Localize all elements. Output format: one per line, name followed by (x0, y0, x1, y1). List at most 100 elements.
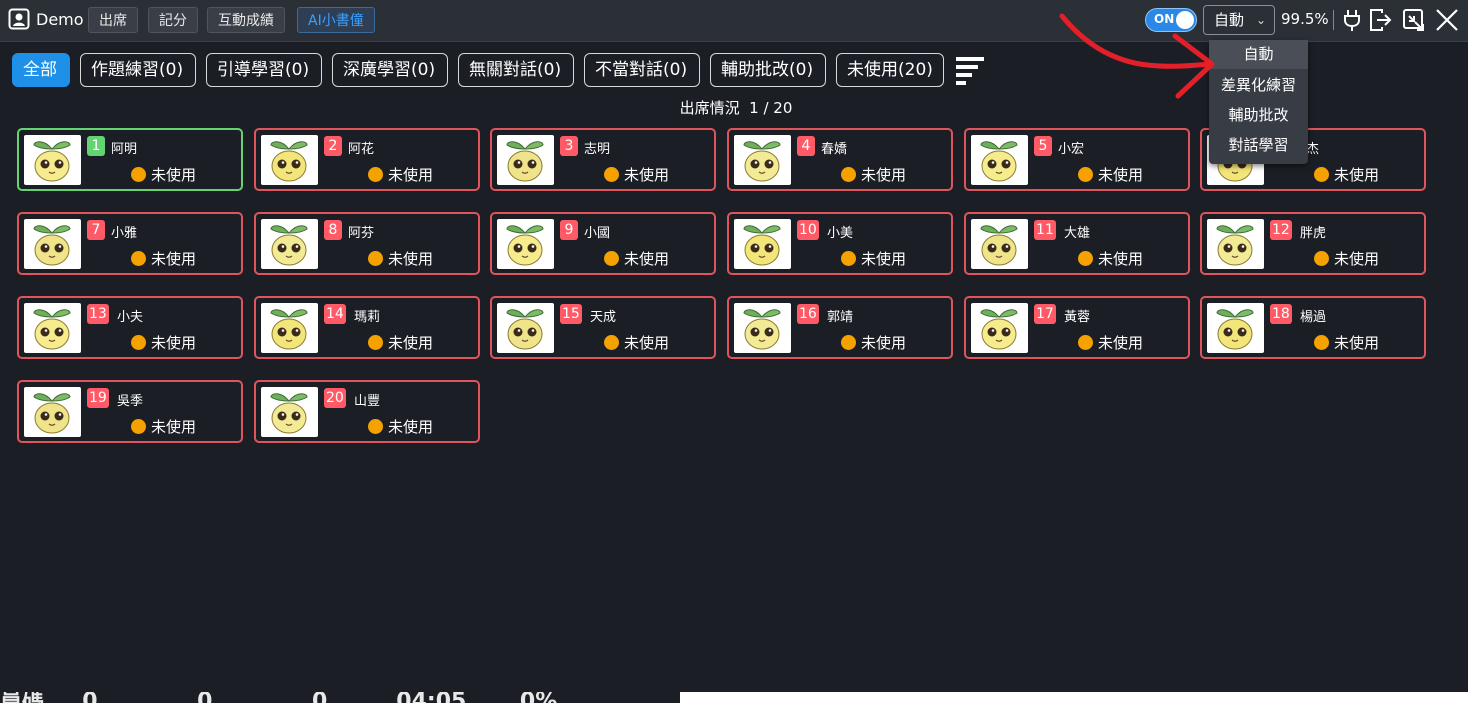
student-card[interactable]: 10 小美 未使用 (727, 212, 953, 275)
seat-number-badge: 20 (324, 388, 346, 408)
menu-item-assisted-grading[interactable]: 輔助批改 (1209, 101, 1308, 130)
status-dot-icon (131, 167, 146, 182)
status-dot-icon (131, 335, 146, 350)
filter-inappropriate-talk[interactable]: 不當對話(0) (584, 53, 700, 87)
background-window-strip: 員碼 0 0 0 04:05 0% (0, 692, 680, 703)
filter-practice[interactable]: 作題練習(0) (80, 53, 196, 87)
student-status: 未使用 (624, 334, 670, 352)
student-card[interactable]: 18 楊過 未使用 (1200, 296, 1426, 359)
sprout-avatar (24, 303, 81, 353)
student-card[interactable]: 20 山豐 未使用 (254, 380, 480, 443)
filter-unused[interactable]: 未使用(20) (836, 53, 944, 87)
student-name: 小夫 (117, 310, 144, 325)
student-card[interactable]: 11 大雄 未使用 (964, 212, 1190, 275)
student-card[interactable]: 15 天成 未使用 (490, 296, 716, 359)
seat-number-badge: 2 (324, 136, 342, 156)
sprout-avatar (1207, 303, 1264, 353)
seat-number-badge: 15 (560, 304, 582, 324)
menu-item-auto[interactable]: 自動 (1209, 40, 1308, 69)
sprout-avatar (24, 219, 81, 269)
sprout-avatar (24, 387, 81, 437)
menu-item-differentiated-practice[interactable]: 差異化練習 (1209, 71, 1308, 100)
seat-number-badge: 4 (797, 136, 815, 156)
status-dot-icon (841, 335, 856, 350)
seat-number-badge: 10 (797, 220, 819, 240)
student-card[interactable]: 12 胖虎 未使用 (1200, 212, 1426, 275)
student-name: 瑪莉 (354, 310, 381, 325)
filter-irrelevant-talk[interactable]: 無關對話(0) (458, 53, 574, 87)
student-name: 黃蓉 (1064, 310, 1091, 325)
student-status: 未使用 (388, 166, 434, 184)
menu-item-dialogue-learning[interactable]: 對話學習 (1209, 131, 1308, 160)
sprout-avatar (971, 219, 1028, 269)
student-card[interactable]: 7 小雅 未使用 (17, 212, 243, 275)
sprout-avatar (734, 135, 791, 185)
student-status: 未使用 (861, 250, 907, 268)
status-dot-icon (1314, 251, 1329, 266)
status-dot-icon (1078, 167, 1093, 182)
sprout-avatar (734, 303, 791, 353)
close-icon[interactable] (1434, 7, 1460, 33)
exit-icon[interactable] (1367, 7, 1393, 33)
student-name: 大雄 (1064, 226, 1091, 241)
top-bar: Demo 出席 記分 互動成績 AI小書僮 ON 自動 ⌄ 99.5% (0, 0, 1468, 42)
status-dot-icon (368, 335, 383, 350)
tab-attendance[interactable]: 出席 (88, 7, 138, 33)
app-name: Demo (36, 10, 84, 29)
student-name: 山豐 (354, 394, 381, 409)
sprout-avatar (497, 135, 554, 185)
filter-assisted-grading[interactable]: 輔助批改(0) (710, 53, 826, 87)
student-name: 小宏 (1058, 142, 1085, 157)
student-name: 阿明 (111, 142, 138, 157)
filter-guided-learning[interactable]: 引導學習(0) (206, 53, 322, 87)
filter-all[interactable]: 全部 (12, 53, 70, 87)
seat-number-badge: 14 (324, 304, 346, 324)
filter-deep-learning[interactable]: 深廣學習(0) (332, 53, 448, 87)
tab-scoring[interactable]: 記分 (148, 7, 198, 33)
screen-share-icon[interactable] (1401, 7, 1427, 33)
sort-icon[interactable] (954, 55, 986, 85)
chevron-down-icon: ⌄ (1255, 13, 1266, 27)
sprout-avatar (261, 303, 318, 353)
student-status: 未使用 (1334, 166, 1380, 184)
student-card[interactable]: 3 志明 未使用 (490, 128, 716, 191)
plug-icon[interactable] (1339, 7, 1365, 33)
student-card[interactable]: 16 郭靖 未使用 (727, 296, 953, 359)
student-name: 吳季 (117, 394, 144, 409)
student-card[interactable]: 4 春嬌 未使用 (727, 128, 953, 191)
student-status: 未使用 (1098, 334, 1144, 352)
student-status: 未使用 (151, 334, 197, 352)
sprout-avatar (971, 135, 1028, 185)
background-text: 員碼 0 0 0 04:05 0% (0, 692, 557, 703)
seat-number-badge: 8 (324, 220, 342, 240)
tab-ai-assistant[interactable]: AI小書僮 (297, 7, 375, 33)
sprout-avatar (24, 135, 81, 185)
sprout-avatar (734, 219, 791, 269)
status-dot-icon (604, 167, 619, 182)
seat-number-badge: 16 (797, 304, 819, 324)
student-card[interactable]: 19 吳季 未使用 (17, 380, 243, 443)
student-card[interactable]: 14 瑪莉 未使用 (254, 296, 480, 359)
seat-number-badge: 11 (1034, 220, 1056, 240)
student-card[interactable]: 8 阿芬 未使用 (254, 212, 480, 275)
student-card[interactable]: 17 黃蓉 未使用 (964, 296, 1190, 359)
student-card[interactable]: 13 小夫 未使用 (17, 296, 243, 359)
student-name: 天成 (590, 310, 617, 325)
mode-dropdown-menu: 自動 差異化練習 輔助批改 對話學習 (1209, 40, 1308, 164)
status-dot-icon (1078, 335, 1093, 350)
student-status: 未使用 (1098, 166, 1144, 184)
student-name: 阿花 (348, 142, 375, 157)
student-card[interactable]: 2 阿花 未使用 (254, 128, 480, 191)
student-status: 未使用 (1334, 334, 1380, 352)
student-name: 阿芬 (348, 226, 375, 241)
student-card[interactable]: 5 小宏 未使用 (964, 128, 1190, 191)
student-card[interactable]: 1 阿明 未使用 (17, 128, 243, 191)
sprout-avatar (261, 135, 318, 185)
user-card-icon[interactable] (8, 8, 30, 30)
sprout-avatar (497, 219, 554, 269)
student-name: 春嬌 (821, 142, 848, 157)
tab-interactive-grades[interactable]: 互動成績 (207, 7, 285, 33)
student-card[interactable]: 9 小國 未使用 (490, 212, 716, 275)
seat-number-badge: 3 (560, 136, 578, 156)
divider (1333, 10, 1334, 30)
